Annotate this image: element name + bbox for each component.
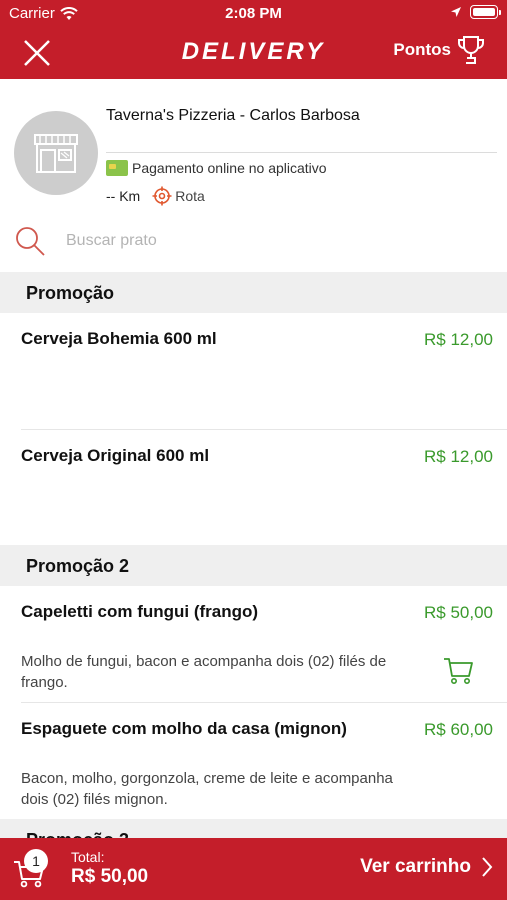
item-price: R$ 12,00	[424, 330, 493, 349]
payment-info: Pagamento online no aplicativo	[106, 160, 327, 176]
search-bar	[14, 224, 494, 258]
distance-row: -- Km Rota	[106, 186, 205, 206]
status-right	[450, 5, 501, 19]
trophy-icon	[458, 36, 484, 64]
payment-label: Pagamento online no aplicativo	[132, 160, 327, 176]
item-name: Capeletti com fungui (frango)	[21, 602, 259, 621]
menu-item[interactable]: Cerveja Bohemia 600 ml R$ 12,00	[0, 313, 507, 429]
status-bar: Carrier 2:08 PM	[0, 0, 507, 28]
points-button[interactable]: Pontos	[393, 34, 486, 66]
total-label: Total:	[71, 849, 105, 865]
location-arrow-icon	[451, 7, 461, 17]
top-header: Carrier 2:08 PM DELIVERY Pontos	[0, 0, 507, 79]
section-title: Promoção 2	[26, 556, 130, 576]
menu-item[interactable]: Espaguete com molho da casa (mignon) R$ …	[0, 703, 507, 819]
menu-item[interactable]: Capeletti com fungui (frango) R$ 50,00 M…	[0, 586, 507, 702]
section-header-promocao-2: Promoção 2	[0, 545, 507, 586]
route-button[interactable]: Rota	[152, 186, 205, 206]
distance-value: -- Km	[106, 188, 141, 204]
item-price: R$ 50,00	[424, 603, 493, 622]
section-title: Promoção	[26, 283, 115, 303]
points-label: Pontos	[393, 40, 451, 59]
item-price: R$ 12,00	[424, 447, 493, 466]
item-name: Cerveja Bohemia 600 ml	[21, 329, 217, 348]
cart-bar[interactable]: 1 Total: R$ 50,00 Ver carrinho	[0, 838, 507, 900]
section-header-promocao: Promoção	[0, 272, 507, 313]
cart-count-badge: 1	[24, 849, 48, 873]
store-divider	[106, 152, 497, 153]
battery-icon	[470, 5, 501, 19]
view-cart-label: Ver carrinho	[360, 856, 471, 877]
status-time: 2:08 PM	[225, 5, 282, 22]
search-input[interactable]	[66, 232, 466, 250]
search-icon	[16, 227, 45, 256]
cart-button[interactable]: 1	[12, 849, 52, 890]
total-value: R$ 50,00	[71, 866, 149, 887]
store-avatar	[14, 111, 98, 195]
item-name: Cerveja Original 600 ml	[21, 446, 210, 465]
item-description: Bacon, molho, gorgonzola, creme de leite…	[21, 770, 393, 808]
nav-bar: DELIVERY Pontos	[0, 28, 507, 79]
route-target-icon	[152, 186, 172, 206]
view-cart-button[interactable]: Ver carrinho	[360, 856, 493, 878]
item-price: R$ 60,00	[424, 720, 493, 739]
credit-card-icon	[106, 160, 128, 176]
store-name: Taverna's Pizzeria - Carlos Barbosa	[106, 107, 360, 124]
chevron-right-icon	[482, 857, 493, 877]
item-description: Molho de fungui, bacon e acompanha dois …	[21, 653, 387, 691]
store-icon	[34, 134, 78, 173]
route-label: Rota	[175, 188, 205, 204]
item-name: Espaguete com molho da casa (mignon)	[21, 719, 347, 738]
menu-item[interactable]: Cerveja Original 600 ml R$ 12,00	[0, 430, 507, 545]
add-to-cart-icon[interactable]	[442, 654, 474, 686]
